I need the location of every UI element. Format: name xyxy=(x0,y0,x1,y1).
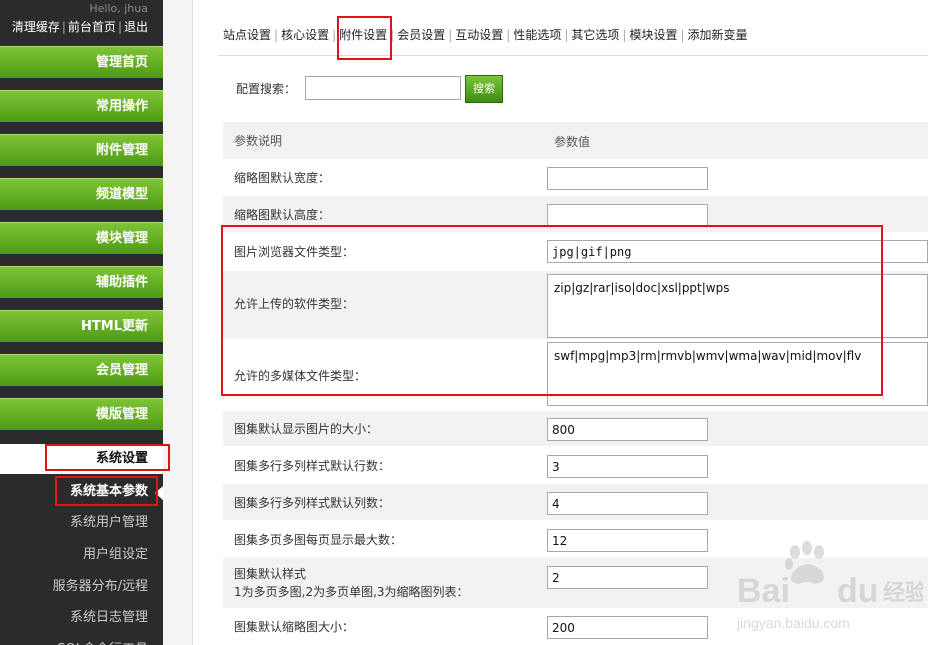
header-desc: 参数说明 xyxy=(234,134,283,148)
frontpage-link[interactable]: 前台首页 xyxy=(68,20,116,34)
sidebar: Hello, jhua 清理缓存 | 前台首页 | 退出 管理首页 常用操作 附件管理 … xyxy=(0,0,163,645)
watermark-url: jingyan.baidu.com xyxy=(736,615,850,631)
sub-item-system-users[interactable]: 系统用户管理 xyxy=(0,509,163,537)
tab-site[interactable]: 站点设置 xyxy=(223,28,271,42)
software-types-textarea[interactable]: zip|gz|rar|iso|doc|xsl|ppt|wps xyxy=(547,274,928,338)
row-label: 允许上传的软件类型： xyxy=(234,297,355,311)
row-label: 图集多行多列样式默认列数： xyxy=(234,496,391,510)
row-label: 图集多行多列样式默认行数： xyxy=(234,459,391,473)
table-header: 参数说明 参数值 xyxy=(223,122,928,160)
row-label: 缩略图默认宽度： xyxy=(234,171,331,185)
row-label: 图集默认显示图片的大小： xyxy=(234,422,379,436)
menu-item-admin-home[interactable]: 管理首页 xyxy=(0,46,163,78)
row-label: 图集多页多图每页显示最大数： xyxy=(234,533,403,547)
greeting: Hello, jhua xyxy=(89,2,148,15)
thumb-width-input[interactable] xyxy=(547,167,708,190)
table-row: 图集多行多列样式默认列数： xyxy=(223,484,928,521)
sub-item-servers[interactable]: 服务器分布/远程 xyxy=(0,573,163,601)
watermark-cn: 经验 xyxy=(883,580,923,606)
header-value: 参数值 xyxy=(554,135,591,149)
watermark-brand-du: du xyxy=(837,572,879,610)
table-row: 缩略图默认宽度： xyxy=(223,160,928,196)
row-label: 图片浏览器文件类型： xyxy=(234,245,355,259)
tab-divider xyxy=(218,55,928,56)
gallery-per-page-input[interactable] xyxy=(547,529,708,552)
gallery-rows-input[interactable] xyxy=(547,455,708,478)
gallery-cols-input[interactable] xyxy=(547,492,708,515)
table-row: 允许的多媒体文件类型： swf|mpg|mp3|rm|rmvb|wmv|wma|… xyxy=(223,340,928,411)
tab-modules[interactable]: 模块设置 xyxy=(629,28,677,42)
row-label: 图集默认样式 xyxy=(234,567,307,581)
tab-other[interactable]: 其它选项 xyxy=(571,28,619,42)
main-panel: 站点设置 | 核心设置 | 附件设置 | 会员设置 | 互动设置 | 性能选项 | 其它选项 | 模块设置 |… xyxy=(193,0,928,645)
baidu-jingyan-watermark: Bai du 经验 jingyan.baidu.com xyxy=(733,540,927,640)
menu-item-members[interactable]: 会员管理 xyxy=(0,354,163,386)
clear-cache-link[interactable]: 清理缓存 xyxy=(12,20,60,34)
menu-item-system-settings[interactable]: 系统设置 xyxy=(0,444,163,474)
tab-member[interactable]: 会员设置 xyxy=(397,28,445,42)
sub-item-label: 系统基本参数 xyxy=(69,484,148,499)
sub-item-user-groups[interactable]: 用户组设定 xyxy=(0,541,163,569)
menu-item-html-update[interactable]: HTML更新 xyxy=(0,310,163,342)
current-indicator-arrow-icon xyxy=(155,486,163,500)
table-row: 图集多行多列样式默认行数： xyxy=(223,447,928,484)
sub-item-sql-tool[interactable]: SQL命令行工具 xyxy=(0,636,163,645)
menu-item-common-ops[interactable]: 常用操作 xyxy=(0,90,163,122)
menu-item-modules[interactable]: 模块管理 xyxy=(0,222,163,254)
gutter xyxy=(163,0,193,645)
sub-item-system-logs[interactable]: 系统日志管理 xyxy=(0,604,163,632)
menu-item-attachments[interactable]: 附件管理 xyxy=(0,134,163,166)
watermark-brand: Bai xyxy=(737,572,790,610)
table-row: 图集默认显示图片的大小： xyxy=(223,411,928,447)
row-label: 允许的多媒体文件类型： xyxy=(234,369,367,383)
table-row: 允许上传的软件类型： zip|gz|rar|iso|doc|xsl|ppt|wp… xyxy=(223,271,928,340)
media-types-textarea[interactable]: swf|mpg|mp3|rm|rmvb|wmv|wma|wav|mid|mov|… xyxy=(547,342,928,406)
table-row: 图片浏览器文件类型： xyxy=(223,233,928,271)
search-input[interactable] xyxy=(305,76,461,100)
menu-item-plugins[interactable]: 辅助插件 xyxy=(0,266,163,298)
top-links: 清理缓存 | 前台首页 | 退出 xyxy=(11,20,148,34)
tab-core[interactable]: 核心设置 xyxy=(281,28,329,42)
search-button[interactable]: 搜索 xyxy=(465,75,503,103)
menu-item-channel-model[interactable]: 频道模型 xyxy=(0,178,163,210)
table-row: 缩略图默认高度： xyxy=(223,196,928,233)
sub-item-system-basic-params[interactable]: 系统基本参数 xyxy=(0,478,163,506)
image-browser-types-input[interactable] xyxy=(547,240,928,263)
tab-interaction[interactable]: 互动设置 xyxy=(455,28,503,42)
baidu-paw-logo-icon: Bai du 经验 jingyan.baidu.com xyxy=(736,541,927,631)
tab-attachment[interactable]: 附件设置 xyxy=(339,28,387,42)
settings-tabs: 站点设置 | 核心设置 | 附件设置 | 会员设置 | 互动设置 | 性能选项 | 其它选项 | 模块设置 |… xyxy=(223,28,748,42)
logout-link[interactable]: 退出 xyxy=(124,20,148,34)
thumb-height-input[interactable] xyxy=(547,204,708,227)
search-label: 配置搜索： xyxy=(236,82,297,96)
row-label: 图集默认缩略图大小： xyxy=(234,620,355,634)
tab-performance[interactable]: 性能选项 xyxy=(513,28,561,42)
row-label-hint: 1为多页多图,2为多页单图,3为缩略图列表： xyxy=(234,585,469,599)
tab-add-variable[interactable]: 添加新变量 xyxy=(688,28,748,42)
gallery-image-size-input[interactable] xyxy=(547,418,708,441)
menu-item-templates[interactable]: 模版管理 xyxy=(0,398,163,430)
gallery-style-input[interactable] xyxy=(547,566,708,589)
row-label: 缩略图默认高度： xyxy=(234,208,331,222)
gallery-thumb-size-input[interactable] xyxy=(547,616,708,639)
